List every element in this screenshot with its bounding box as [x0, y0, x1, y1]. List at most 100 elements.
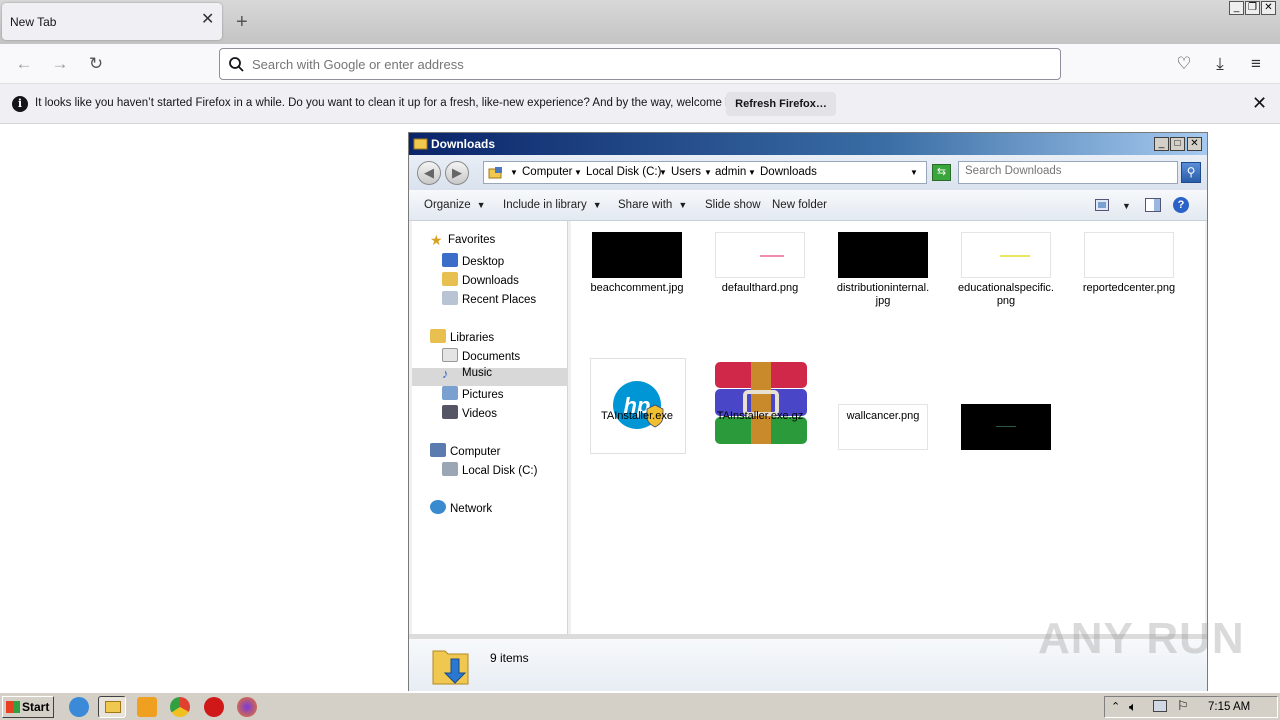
- chrome-icon[interactable]: [170, 697, 190, 717]
- watermark: ANY RUN: [1038, 614, 1245, 663]
- breadcrumb-computer[interactable]: Computer: [522, 166, 573, 178]
- nav-pictures[interactable]: Pictures: [442, 386, 504, 401]
- file-name[interactable]: distributioninternal. jpg: [822, 282, 944, 308]
- nav-favorites[interactable]: ★ Favorites: [430, 233, 495, 248]
- explorer-minimize-button[interactable]: _: [1154, 137, 1169, 151]
- organize-button[interactable]: Organize ▼: [424, 199, 486, 211]
- action-center-flag-icon[interactable]: ⚐: [1177, 698, 1189, 714]
- nav-local-disk[interactable]: Local Disk (C:): [442, 462, 537, 477]
- pocket-icon[interactable]: ♡: [1174, 54, 1194, 74]
- explorer-forward-button[interactable]: ▶: [445, 161, 469, 185]
- reload-icon[interactable]: ↻: [86, 54, 106, 74]
- address-dropdown-icon[interactable]: ▼: [910, 168, 918, 177]
- new-tab-button[interactable]: +: [236, 12, 248, 32]
- breadcrumb-downloads[interactable]: Downloads: [760, 166, 817, 178]
- help-icon[interactable]: ?: [1173, 197, 1189, 213]
- file-name[interactable]: educationalspecific. png: [945, 282, 1067, 308]
- file-name[interactable]: beachcomment.jpg: [576, 282, 698, 295]
- file-name[interactable]: wallcancer.png: [822, 410, 944, 423]
- downloads-folder-icon: [442, 272, 458, 286]
- defaulthard-thumbnail[interactable]: [715, 232, 805, 278]
- nav-downloads[interactable]: Downloads: [442, 272, 519, 287]
- breadcrumb-chevron-icon[interactable]: ▼: [748, 168, 756, 177]
- breadcrumb-chevron-icon[interactable]: ▼: [510, 168, 518, 177]
- close-icon[interactable]: ✕: [1252, 94, 1267, 112]
- file-name[interactable]: wrongsteel.jpg: [945, 410, 1067, 423]
- explorer-window: Downloads _ □ ✕ ◀ ▶ ▼ Computer ▼ Local D…: [408, 132, 1208, 691]
- explorer-back-button[interactable]: ◀: [417, 161, 441, 185]
- file-name[interactable]: TAInstaller.exe: [576, 410, 698, 423]
- nav-recent-places[interactable]: Recent Places: [442, 291, 536, 306]
- educationalspecific-thumbnail[interactable]: [961, 232, 1051, 278]
- file-name[interactable]: TAInstaller.exe.gz: [699, 410, 821, 423]
- opera-icon[interactable]: [204, 697, 224, 717]
- volume-icon[interactable]: 🔈︎: [1129, 699, 1137, 715]
- winrar-archive-icon[interactable]: [715, 362, 807, 444]
- forward-arrow-icon[interactable]: →: [50, 54, 70, 74]
- close-window-button[interactable]: ✕: [1261, 1, 1276, 15]
- nav-music[interactable]: ♪ Music: [442, 367, 492, 381]
- breadcrumb-users[interactable]: Users: [671, 166, 701, 178]
- back-arrow-icon[interactable]: ←: [14, 54, 34, 74]
- restore-window-button[interactable]: ❐: [1245, 1, 1260, 15]
- videos-icon: [442, 405, 458, 419]
- nav-documents[interactable]: Documents: [442, 348, 520, 363]
- libraries-icon: [430, 329, 446, 343]
- search-input[interactable]: [965, 165, 1173, 177]
- explorer-taskbar-button[interactable]: [98, 696, 126, 718]
- minimize-window-button[interactable]: _: [1229, 1, 1244, 15]
- network-status-icon[interactable]: [1153, 700, 1167, 712]
- breadcrumb-local-disk[interactable]: Local Disk (C:): [586, 166, 661, 178]
- include-in-library-button[interactable]: Include in library ▼: [503, 199, 602, 211]
- refresh-firefox-button[interactable]: Refresh Firefox…: [726, 92, 836, 116]
- nav-network[interactable]: Network: [430, 500, 492, 515]
- nav-videos[interactable]: Videos: [442, 405, 497, 420]
- downloads-icon[interactable]: ⤓: [1210, 54, 1230, 74]
- slide-show-button[interactable]: Slide show: [705, 199, 761, 211]
- hp-installer-icon[interactable]: hp: [590, 358, 686, 454]
- url-bar[interactable]: [219, 48, 1061, 80]
- nav-computer[interactable]: Computer: [430, 443, 501, 458]
- firefox-icon[interactable]: [237, 697, 257, 717]
- breadcrumb-chevron-icon[interactable]: ▼: [704, 168, 712, 177]
- beachcomment-thumbnail[interactable]: [592, 232, 682, 278]
- address-bar[interactable]: ▼ Computer ▼ Local Disk (C:) ▼ Users ▼ a…: [483, 161, 927, 184]
- reportedcenter-thumbnail[interactable]: [1084, 232, 1174, 278]
- url-input[interactable]: [252, 55, 1032, 73]
- preview-pane-icon[interactable]: [1145, 198, 1161, 212]
- start-button[interactable]: Start: [2, 696, 54, 718]
- tab-close-icon[interactable]: ✕: [201, 12, 214, 28]
- explorer-title-bar[interactable]: Downloads _ □ ✕: [409, 133, 1207, 155]
- explorer-close-button[interactable]: ✕: [1187, 137, 1202, 151]
- nav-libraries[interactable]: Libraries: [430, 329, 494, 344]
- address-refresh-icon[interactable]: ⇆: [932, 164, 951, 181]
- search-box[interactable]: [958, 161, 1178, 184]
- view-dropdown-icon[interactable]: ▼: [1122, 201, 1131, 211]
- breadcrumb-admin[interactable]: admin: [715, 166, 746, 178]
- pictures-icon: [442, 386, 458, 400]
- item-count: 9 items: [490, 651, 529, 665]
- breadcrumb-chevron-icon[interactable]: ▼: [574, 168, 582, 177]
- browser-tab-bar: New Tab ✕ + _ ❐ ✕: [0, 0, 1280, 44]
- file-name[interactable]: defaulthard.png: [699, 282, 821, 295]
- new-folder-button[interactable]: New folder: [772, 199, 827, 211]
- downloads-folder-large-icon: [432, 650, 469, 685]
- documents-icon: [442, 348, 458, 362]
- explorer-maximize-button[interactable]: □: [1170, 137, 1185, 151]
- share-with-button[interactable]: Share with ▼: [618, 199, 687, 211]
- search-icon[interactable]: ⚲: [1181, 162, 1201, 183]
- breadcrumb-chevron-icon[interactable]: ▼: [659, 168, 667, 177]
- media-player-icon[interactable]: [137, 697, 157, 717]
- show-hidden-icons-icon[interactable]: ⌃: [1111, 700, 1120, 713]
- windows-logo-icon: [6, 701, 20, 713]
- clock[interactable]: 7:15 AM: [1208, 701, 1250, 713]
- address-row: ◀ ▶ ▼ Computer ▼ Local Disk (C:) ▼ Users…: [409, 155, 1207, 190]
- nav-desktop[interactable]: Desktop: [442, 253, 504, 268]
- view-options-icon[interactable]: [1095, 199, 1109, 211]
- distributioninternal-thumbnail[interactable]: [838, 232, 928, 278]
- music-icon: ♪: [442, 366, 449, 381]
- tab-new-tab[interactable]: New Tab ✕: [2, 3, 222, 40]
- file-name[interactable]: reportedcenter.png: [1068, 282, 1190, 295]
- internet-explorer-icon[interactable]: [69, 697, 89, 717]
- menu-icon[interactable]: ≡: [1246, 54, 1266, 74]
